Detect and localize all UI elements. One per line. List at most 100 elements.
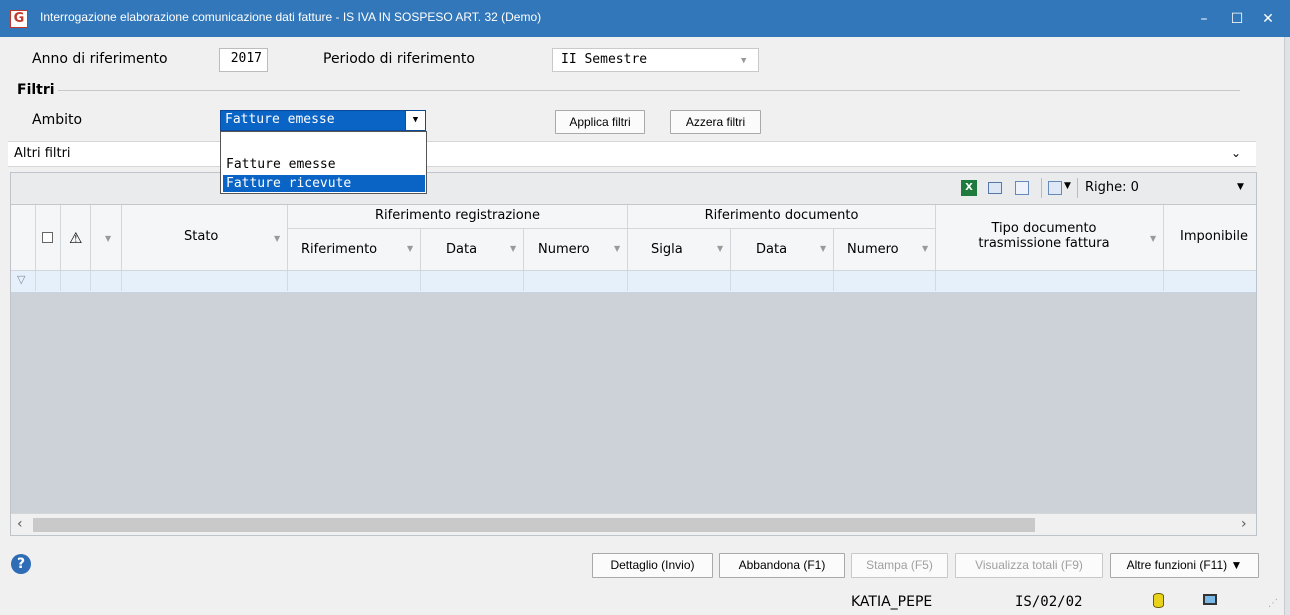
help-icon[interactable]: ? xyxy=(11,554,31,574)
scrollbar-thumb[interactable] xyxy=(33,518,1035,532)
chevron-down-icon[interactable]: ⌄ xyxy=(1231,146,1241,160)
stampa-button[interactable]: Stampa (F5) xyxy=(851,553,948,578)
filter-cell: ▽ xyxy=(11,271,36,291)
resize-grip-icon[interactable]: ⋰ xyxy=(1268,598,1278,609)
righe-count: Righe: 0 xyxy=(1085,180,1139,195)
chevron-down-icon: ▼ xyxy=(741,56,747,66)
status-user: KATIA_PEPE xyxy=(851,594,933,610)
imponibile-label: Imponibile xyxy=(1180,229,1249,244)
filter-cell[interactable] xyxy=(731,271,834,291)
dettaglio-button[interactable]: Dettaglio (Invio) xyxy=(592,553,713,578)
sort-arrow-icon[interactable]: ▼ xyxy=(274,234,280,243)
numero-documento-header[interactable]: Numero ▼ xyxy=(834,229,936,271)
row-indicator-header xyxy=(11,205,36,271)
sort-arrow-icon[interactable]: ▼ xyxy=(922,244,928,253)
toolbar-separator xyxy=(1041,178,1042,198)
filtri-divider xyxy=(14,90,1240,91)
title-bar: Interrogazione elaborazione comunicazion… xyxy=(0,0,1290,37)
numero-registrazione-header[interactable]: Numero ▼ xyxy=(524,229,628,271)
ambito-label: Ambito xyxy=(32,112,83,128)
grid-toolbar: X ▼ Righe: 0 ▼ xyxy=(11,173,1256,205)
chevron-down-icon[interactable]: ▼ xyxy=(405,111,425,130)
sort-arrow-icon[interactable]: ▼ xyxy=(614,244,620,253)
sort-arrow-icon[interactable]: ▼ xyxy=(407,244,413,253)
select-all-header[interactable] xyxy=(36,205,61,271)
app-logo-icon xyxy=(10,10,28,28)
sort-arrow-icon[interactable]: ▼ xyxy=(510,244,516,253)
data-registrazione-label: Data xyxy=(446,242,478,257)
visualizza-totali-button[interactable]: Visualizza totali (F9) xyxy=(955,553,1103,578)
chevron-down-icon[interactable]: ▼ xyxy=(1064,181,1071,191)
filter-cell[interactable] xyxy=(628,271,731,291)
chevron-down-icon[interactable]: ▼ xyxy=(1237,182,1244,192)
sort-arrow-icon[interactable]: ▼ xyxy=(717,244,723,253)
sigla-label: Sigla xyxy=(651,242,683,257)
data-registrazione-header[interactable]: Data ▼ xyxy=(421,229,524,271)
window-border xyxy=(1284,37,1290,615)
ambito-option-empty[interactable] xyxy=(223,136,425,153)
data-documento-label: Data xyxy=(756,242,788,257)
tipo-documento-header[interactable]: Tipo documento trasmissione fattura ▼ xyxy=(936,205,1164,271)
abbandona-button[interactable]: Abbandona (F1) xyxy=(719,553,845,578)
warning-icon: ⚠ xyxy=(69,229,83,247)
data-documento-header[interactable]: Data ▼ xyxy=(731,229,834,271)
altri-filtri-bar[interactable]: Altri filtri ⌄ xyxy=(8,141,1256,167)
anno-label: Anno di riferimento xyxy=(32,51,168,67)
database-icon xyxy=(1153,593,1164,608)
anno-input[interactable]: 2017 xyxy=(219,48,268,72)
scroll-right-icon[interactable]: › xyxy=(1241,516,1247,532)
maximize-button[interactable]: ☐ xyxy=(1227,9,1247,29)
minimize-button[interactable]: – xyxy=(1194,9,1214,29)
filter-cell[interactable] xyxy=(288,271,421,291)
ambito-select[interactable]: Fatture emesse ▼ xyxy=(220,110,426,131)
imponibile-header[interactable]: Imponibile xyxy=(1164,205,1256,271)
sort-arrow-icon[interactable]: ▼ xyxy=(820,244,826,253)
altri-filtri-label: Altri filtri xyxy=(14,146,71,161)
riferimento-label: Riferimento xyxy=(301,242,378,257)
altre-funzioni-button[interactable]: Altre funzioni (F11) ▼ xyxy=(1110,553,1259,578)
filter-cell[interactable] xyxy=(91,271,122,291)
ambito-option-emesse[interactable]: Fatture emesse xyxy=(223,156,425,173)
riferimento-documento-group: Riferimento documento xyxy=(628,205,936,229)
filter-cell[interactable] xyxy=(122,271,288,291)
sigla-header[interactable]: Sigla ▼ xyxy=(628,229,731,271)
filter-cell[interactable] xyxy=(524,271,628,291)
scroll-left-icon[interactable]: ‹ xyxy=(17,516,23,532)
filter-cell[interactable] xyxy=(936,271,1164,291)
periodo-label: Periodo di riferimento xyxy=(323,51,475,67)
filter-row[interactable]: ▽ xyxy=(11,271,1256,293)
ambito-value: Fatture emesse xyxy=(225,112,335,127)
table-view-icon[interactable] xyxy=(988,182,1002,194)
sort-arrow-icon[interactable]: ▼ xyxy=(105,234,111,243)
azzera-filtri-button[interactable]: Azzera filtri xyxy=(670,110,761,134)
filter-cell[interactable] xyxy=(61,271,91,291)
riferimento-header[interactable]: Riferimento ▼ xyxy=(288,229,421,271)
filter-cell[interactable] xyxy=(36,271,61,291)
filter-icon: ▽ xyxy=(17,273,26,286)
riferimento-registrazione-group: Riferimento registrazione xyxy=(288,205,628,229)
applica-filtri-button[interactable]: Applica filtri xyxy=(555,110,645,134)
sort-arrow-icon[interactable]: ▼ xyxy=(1150,234,1156,243)
filter-cell[interactable] xyxy=(421,271,524,291)
excel-export-icon[interactable]: X xyxy=(961,180,977,196)
filtri-title: Filtri xyxy=(14,82,58,98)
ambito-option-ricevute[interactable]: Fatture ricevute xyxy=(223,175,425,192)
toolbar-separator xyxy=(1077,178,1078,198)
status-code: IS/02/02 xyxy=(1015,594,1083,610)
numero-documento-label: Numero xyxy=(847,242,899,257)
stato-label: Stato xyxy=(184,229,219,244)
column-chooser-icon[interactable] xyxy=(1048,181,1062,195)
blank-column-header: ▼ xyxy=(91,205,122,271)
close-button[interactable]: ✕ xyxy=(1258,9,1278,29)
stato-header[interactable]: Stato ▼ xyxy=(122,205,288,271)
periodo-value: II Semestre xyxy=(561,52,648,67)
ambito-dropdown-list: Fatture emesse Fatture ricevute xyxy=(220,131,427,194)
horizontal-scrollbar[interactable]: ‹ › xyxy=(11,513,1256,535)
numero-registrazione-label: Numero xyxy=(538,242,590,257)
refresh-layout-icon[interactable] xyxy=(1015,181,1029,195)
tipo-documento-label: Tipo documento trasmissione fattura xyxy=(978,221,1110,251)
warning-column-header: ⚠ xyxy=(61,205,91,271)
filter-cell[interactable] xyxy=(834,271,936,291)
periodo-select[interactable]: II Semestre ▼ xyxy=(552,48,759,72)
checkbox-icon[interactable] xyxy=(42,232,53,243)
